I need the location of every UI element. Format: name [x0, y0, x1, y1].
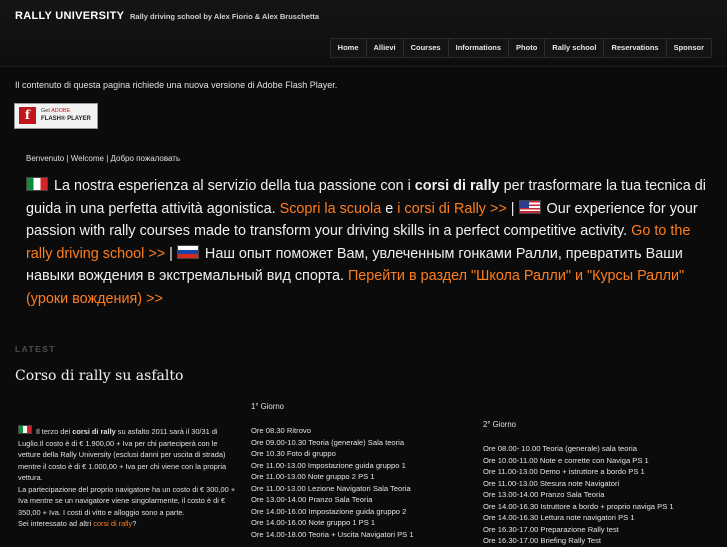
- discover-school-link[interactable]: Scopri la scuola: [280, 201, 382, 217]
- italian-flag-icon: [18, 425, 32, 434]
- nav-informations[interactable]: Informations: [447, 39, 508, 57]
- day1-schedule: 1° Giorno Ore 08.30 Ritrovo Ore 09.00-10…: [251, 402, 414, 540]
- nav-courses[interactable]: Courses: [402, 39, 448, 57]
- post-p1-bold: corsi di rally: [72, 427, 116, 436]
- schedule-item: Ore 11.00-13.00 Demo + istruttore a bord…: [483, 467, 645, 476]
- main-nav: Home Allievi Courses Informations Photo …: [329, 38, 712, 58]
- day2-title: 2° Giorno: [483, 420, 517, 429]
- schedule-item: Ore 11.00-13.00 Lezione Navigatori Sala …: [251, 483, 411, 493]
- intro-it-text: La nostra esperienza al servizio della t…: [54, 178, 415, 194]
- rally-courses-link[interactable]: i corsi di Rally >>: [397, 201, 507, 217]
- schedule-item: Ore 14.00-16.30 Istruttore a bordo + pro…: [483, 501, 674, 511]
- intro-sep-2: |: [165, 245, 177, 262]
- site-brand[interactable]: RALLY UNIVERSITY: [15, 10, 124, 22]
- post-description: Il terzo dei corsi di rally su asfalto 2…: [18, 425, 240, 530]
- schedule-item: Ore 08.00- 10.00 Teoria (generale) sala …: [483, 444, 637, 453]
- schedule-item: Ore 10.30 Foto di gruppo: [251, 449, 336, 458]
- site-tagline: Rally driving school by Alex Fiorio & Al…: [130, 12, 320, 21]
- get-flash-player-button[interactable]: f Get ADOBE FLASH® PLAYER: [14, 103, 98, 129]
- welcome-languages: Benvenuto | Welcome | Добро пожаловать: [26, 154, 181, 163]
- post-paragraph-2: La partecipazione del proprio navigatore…: [18, 484, 236, 517]
- schedule-item: Ore 14.00-16.30 Lettura note navigatori …: [483, 513, 635, 522]
- schedule-item: Ore 10.00-11.00 Note e corrette con Navi…: [483, 455, 649, 465]
- intro-sep-1: |: [506, 200, 519, 217]
- nav-sponsor[interactable]: Sponsor: [665, 39, 711, 57]
- latest-heading: LATEST: [15, 344, 56, 354]
- day1-title: 1° Giorno: [251, 402, 285, 411]
- post-p1-text: Il terzo dei: [34, 427, 73, 436]
- schedule-item: Ore 13.00-14.00 Pranzo Sala Teoria: [251, 495, 373, 504]
- nav-rally-school[interactable]: Rally school: [544, 39, 603, 57]
- schedule-item: Ore 11.00-13.00 Stesura note Navigatori: [483, 478, 620, 488]
- schedule-item: Ore 16.30-17.00 Preparazione Rally test: [483, 524, 619, 534]
- flash-required-message: Il contenuto di questa pagina richiede u…: [15, 80, 338, 90]
- russian-flag-icon: [176, 244, 199, 259]
- day1-items: Ore 08.30 Ritrovo Ore 09.00-10.30 Teoria…: [251, 425, 414, 540]
- schedule-item: Ore 08.30 Ritrovo: [251, 426, 311, 435]
- intro-it-bold: corsi di rally: [414, 178, 500, 194]
- post-p3-text: Sei interessato ad altri: [18, 519, 94, 528]
- schedule-item: Ore 14.00-16.00 Note gruppo 1 PS 1: [251, 518, 376, 527]
- schedule-item: Ore 11.00-13.00 Note gruppo 2 PS 1: [251, 472, 375, 481]
- nav-photo[interactable]: Photo: [508, 39, 544, 57]
- schedule-item: Ore 11.00-13.00 Impostazione guida grupp…: [251, 460, 406, 470]
- nav-allievi[interactable]: Allievi: [365, 39, 403, 57]
- flash-badge-get: Get ADOBE: [41, 108, 70, 114]
- post-title[interactable]: Corso di rally su asfalto: [15, 368, 183, 384]
- badge-adobe-text: ADOBE: [51, 108, 71, 114]
- schedule-item: Ore 14.00-16.00 Impostazione guida grupp…: [251, 506, 407, 516]
- other-courses-link[interactable]: corsi di rally: [93, 519, 132, 528]
- post-p3-question: ?: [132, 519, 137, 528]
- post-paragraph-1: Il terzo dei corsi di rally su asfalto 2…: [18, 425, 240, 484]
- schedule-item: Ore 13.00-14.00 Pranzo Sala Teoria: [483, 490, 605, 499]
- nav-reservations[interactable]: Reservations: [603, 39, 665, 57]
- us-flag-icon: [518, 199, 541, 214]
- day2-schedule: 2° Giorno Ore 08.00- 10.00 Teoria (gener…: [483, 420, 674, 547]
- schedule-item: Ore 09.00-10.30 Teoria (generale) Sala t…: [251, 437, 405, 447]
- flash-logo-icon: f: [19, 107, 36, 124]
- flash-badge-product: FLASH® PLAYER: [41, 116, 91, 122]
- intro-and: e: [381, 200, 398, 217]
- intro-text: La nostra esperienza al servizio della t…: [26, 175, 706, 310]
- day2-items: Ore 08.00- 10.00 Teoria (generale) sala …: [483, 443, 674, 547]
- nav-home[interactable]: Home: [331, 39, 366, 57]
- italian-flag-icon: [26, 177, 48, 191]
- site-header: RALLY UNIVERSITY Rally driving school by…: [0, 0, 727, 67]
- schedule-item: Ore 14.00-18.00 Teoria + Uscita Navigato…: [251, 529, 414, 539]
- post-paragraph-3: Sei interessato ad altri corsi di rally?: [18, 518, 240, 530]
- badge-get-text: Get: [41, 108, 50, 114]
